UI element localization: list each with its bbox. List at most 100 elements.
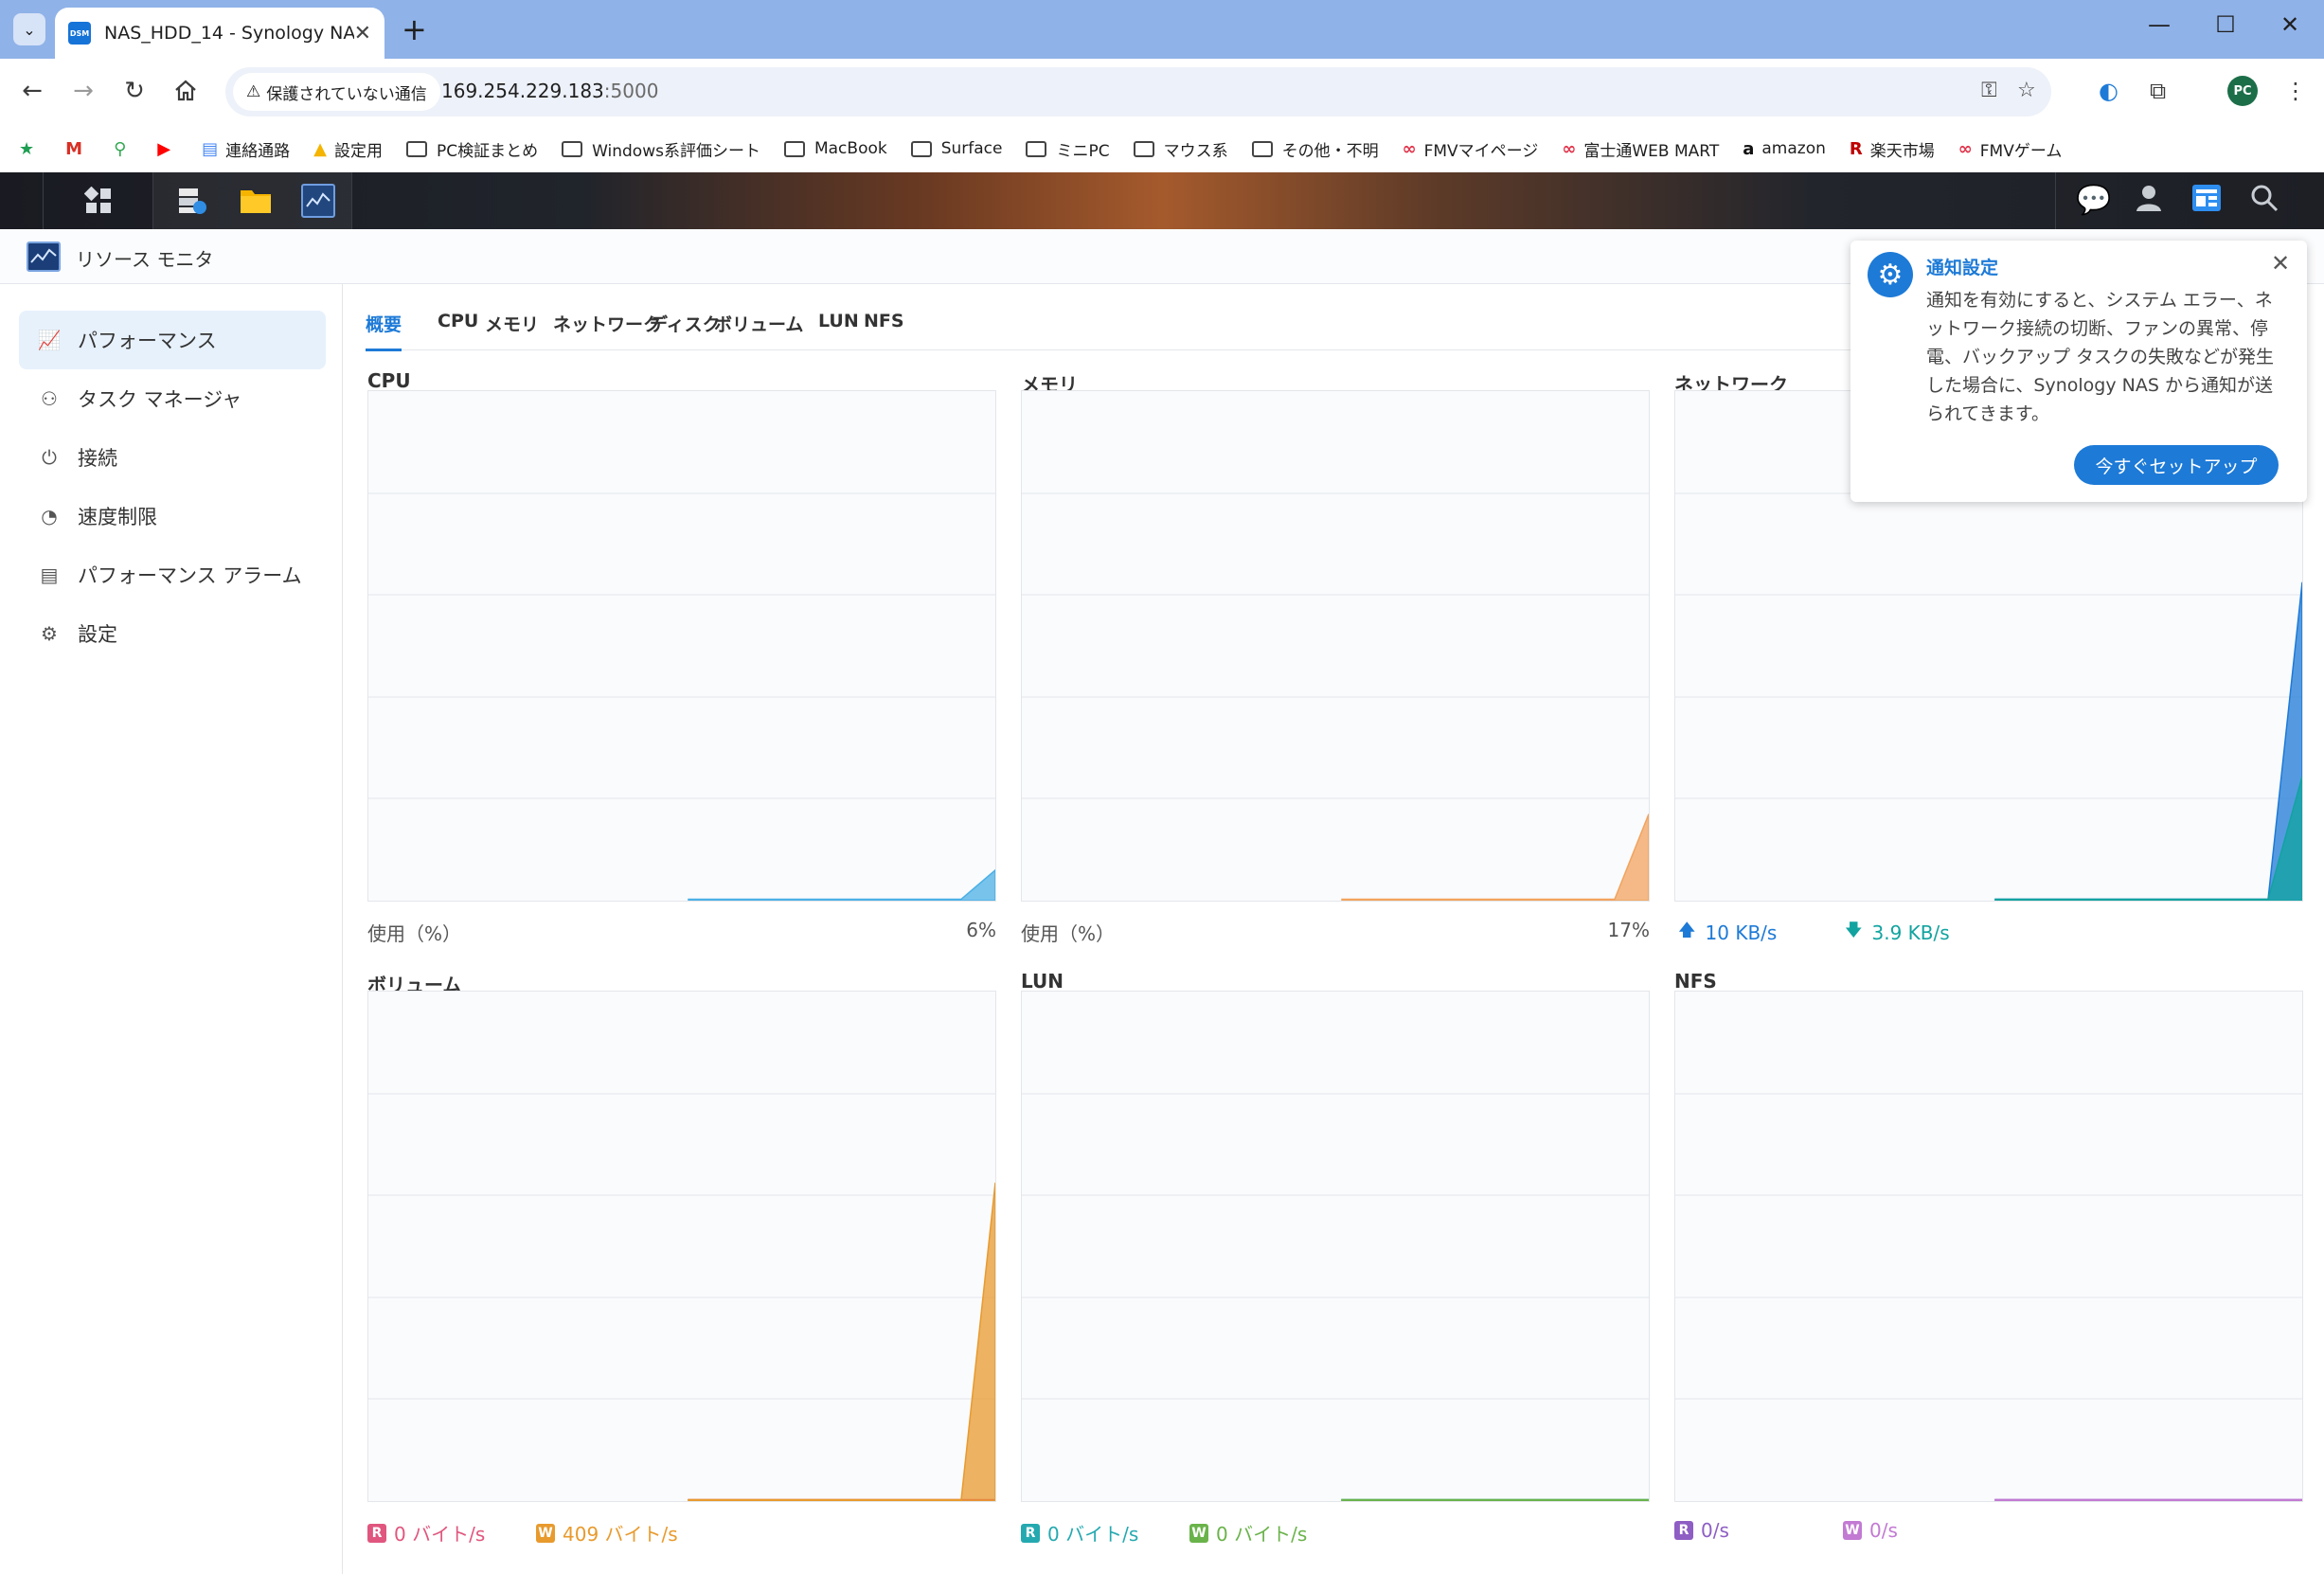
- write-badge-icon: W: [536, 1523, 555, 1543]
- close-icon[interactable]: ✕: [354, 22, 371, 45]
- bookmark-item[interactable]: ▶: [157, 139, 178, 159]
- chat-icon[interactable]: 💬: [2076, 184, 2111, 217]
- tab-5[interactable]: ボリューム: [714, 311, 803, 350]
- notification-body: 通知を有効にすると、システム エラー、ネットワーク接続の切断、ファンの異常、停電…: [1926, 290, 2275, 424]
- volume-write-value: 409 バイト/s: [563, 1523, 678, 1546]
- tab-2[interactable]: メモリ: [485, 311, 539, 350]
- network-download-value: 3.9 KB/s: [1871, 921, 1950, 944]
- maps-icon: ⚲: [114, 138, 127, 159]
- sidebar-item-alarm-list[interactable]: ▤ パフォーマンス アラーム: [19, 546, 326, 604]
- tab-7[interactable]: NFS: [864, 311, 904, 350]
- cpu-chart: [367, 390, 996, 902]
- tab-4[interactable]: ディスク: [650, 311, 721, 350]
- performance-icon: 📈: [37, 329, 62, 351]
- read-badge-icon: R: [1674, 1521, 1693, 1540]
- youtube-icon: ▶: [157, 138, 171, 159]
- back-button[interactable]: ←: [13, 72, 51, 110]
- gmail-icon: M: [65, 138, 83, 159]
- task-manager-icon: ⚇: [41, 387, 58, 410]
- minimize-button[interactable]: —: [2131, 11, 2188, 38]
- maximize-button[interactable]: ☐: [2197, 11, 2254, 38]
- user-icon[interactable]: [2135, 184, 2163, 220]
- bookmark-label: FMVマイページ: [1423, 141, 1539, 161]
- bookmark-item[interactable]: ∞ FMVマイページ: [1403, 137, 1539, 161]
- nfs-write-value: 0/s: [1869, 1519, 1898, 1542]
- volume-read-value: 0 バイト/s: [394, 1523, 486, 1546]
- memory-panel: メモリ 使用（%） 17%: [1021, 369, 1650, 957]
- bookmark-star-icon[interactable]: ☆: [2017, 79, 2036, 102]
- bookmark-item[interactable]: ∞ 富士通WEB MART: [1562, 137, 1719, 161]
- bookmark-item[interactable]: その他・不明: [1251, 137, 1379, 161]
- profile-avatar[interactable]: PC: [2227, 76, 2258, 106]
- reload-button[interactable]: ↻: [116, 72, 153, 110]
- bookmark-item[interactable]: ミニPC: [1026, 137, 1110, 161]
- cpu-panel: CPU 使用（%） 6%: [367, 369, 996, 957]
- security-chip[interactable]: ⚠ 保護されていない通信: [233, 73, 440, 111]
- address-bar[interactable]: ⚠ 保護されていない通信 169.254.229.183:5000 ⚿ ☆: [225, 67, 2051, 116]
- sidebar-item-plug[interactable]: ⏻ 接続: [19, 428, 326, 487]
- bookmark-item[interactable]: ∞ FMVゲーム: [1958, 137, 2063, 161]
- bookmark-label: 楽天市場: [1869, 141, 1935, 161]
- tab-search-dropdown[interactable]: ⌄: [13, 13, 45, 45]
- network-upload-value: 10 KB/s: [1705, 921, 1778, 944]
- sidebar-item-performance[interactable]: 📈 パフォーマンス: [19, 311, 326, 369]
- series-area-0: [688, 868, 995, 901]
- window-close-button[interactable]: ✕: [2261, 11, 2318, 38]
- upload-arrow-icon: 🡅: [1678, 921, 1696, 940]
- notification-title: 通知設定: [1926, 258, 1999, 278]
- amazon-icon: a: [1743, 138, 1755, 159]
- bookmark-item[interactable]: ★: [19, 139, 42, 159]
- bookmark-item[interactable]: マウス系: [1133, 137, 1228, 161]
- main-menu-icon[interactable]: [81, 184, 116, 218]
- chevron-down-icon: ⌄: [23, 20, 36, 39]
- home-button[interactable]: [167, 72, 205, 110]
- tab-6[interactable]: LUN: [818, 311, 859, 350]
- tab-0[interactable]: 概要: [366, 311, 402, 351]
- cpu-usage-label: 使用（%）: [367, 922, 462, 945]
- bookmark-item[interactable]: Surface: [910, 139, 1002, 158]
- more-menu-icon[interactable]: ⋮: [2284, 78, 2307, 104]
- gear-icon: ⚙: [41, 622, 58, 645]
- widgets-icon[interactable]: [2191, 184, 2222, 220]
- bookmark-item[interactable]: ▤ 連絡通路: [202, 137, 290, 161]
- chart-svg: [1022, 492, 1649, 901]
- forward-button[interactable]: →: [64, 72, 102, 110]
- extensions-icon[interactable]: ⧉: [2150, 78, 2166, 104]
- bookmark-label: FMVゲーム: [1979, 141, 2063, 161]
- bookmark-label: 連絡通路: [225, 141, 291, 161]
- sidebar-item-task-manager[interactable]: ⚇ タスク マネージャ: [19, 369, 326, 428]
- copilot-icon[interactable]: ◐: [2099, 78, 2118, 104]
- bookmark-item[interactable]: M: [65, 139, 90, 159]
- bookmark-item[interactable]: a amazon: [1743, 139, 1826, 159]
- sidebar-item-gear[interactable]: ⚙ 設定: [19, 604, 326, 663]
- new-tab-button[interactable]: +: [402, 11, 427, 47]
- security-label: 保護されていない通信: [266, 84, 427, 104]
- bookmark-item[interactable]: R 楽天市場: [1850, 137, 1935, 161]
- browser-toolbar: ← → ↻ ⚠ 保護されていない通信 169.254.229.183:5000 …: [0, 59, 2324, 125]
- bookmark-item[interactable]: PC検証まとめ: [405, 137, 538, 161]
- notification-close-icon[interactable]: ✕: [2271, 250, 2290, 277]
- sidebar-item-label: パフォーマンス アラーム: [78, 564, 302, 587]
- sidebar-item-speed-gauge[interactable]: ◔ 速度制限: [19, 487, 326, 546]
- package-center-icon[interactable]: [174, 184, 208, 218]
- tab-3[interactable]: ネットワーク: [553, 311, 661, 350]
- setup-now-button[interactable]: 今すぐセットアップ: [2074, 445, 2279, 485]
- bookmark-item[interactable]: Windows系評価シート: [562, 137, 760, 161]
- resource-monitor-taskbar-icon[interactable]: [301, 184, 335, 218]
- star-icon: ★: [19, 138, 35, 159]
- bookmark-item[interactable]: MacBook: [783, 139, 887, 158]
- bookmark-item[interactable]: ⚲: [114, 139, 134, 159]
- search-icon[interactable]: [2250, 184, 2279, 220]
- file-station-icon[interactable]: [239, 184, 273, 218]
- folder-icon: [910, 140, 932, 157]
- series-area-1: [1994, 776, 2302, 901]
- volume-panel: ボリューム R 0 バイト/s W 409 バイト/s: [367, 970, 996, 1557]
- bookmark-item[interactable]: ▲ 設定用: [313, 137, 383, 161]
- browser-tab[interactable]: DSM NAS_HDD_14 - Synology NAS ✕: [55, 8, 384, 59]
- url-text[interactable]: 169.254.229.183:5000: [441, 80, 658, 102]
- nfs-write: W 0/s: [1843, 1519, 1898, 1542]
- password-key-icon[interactable]: ⚿: [1981, 79, 1997, 102]
- bookmark-label: Windows系評価シート: [592, 141, 760, 161]
- tab-1[interactable]: CPU: [438, 311, 478, 350]
- sidebar-item-label: 速度制限: [78, 506, 157, 528]
